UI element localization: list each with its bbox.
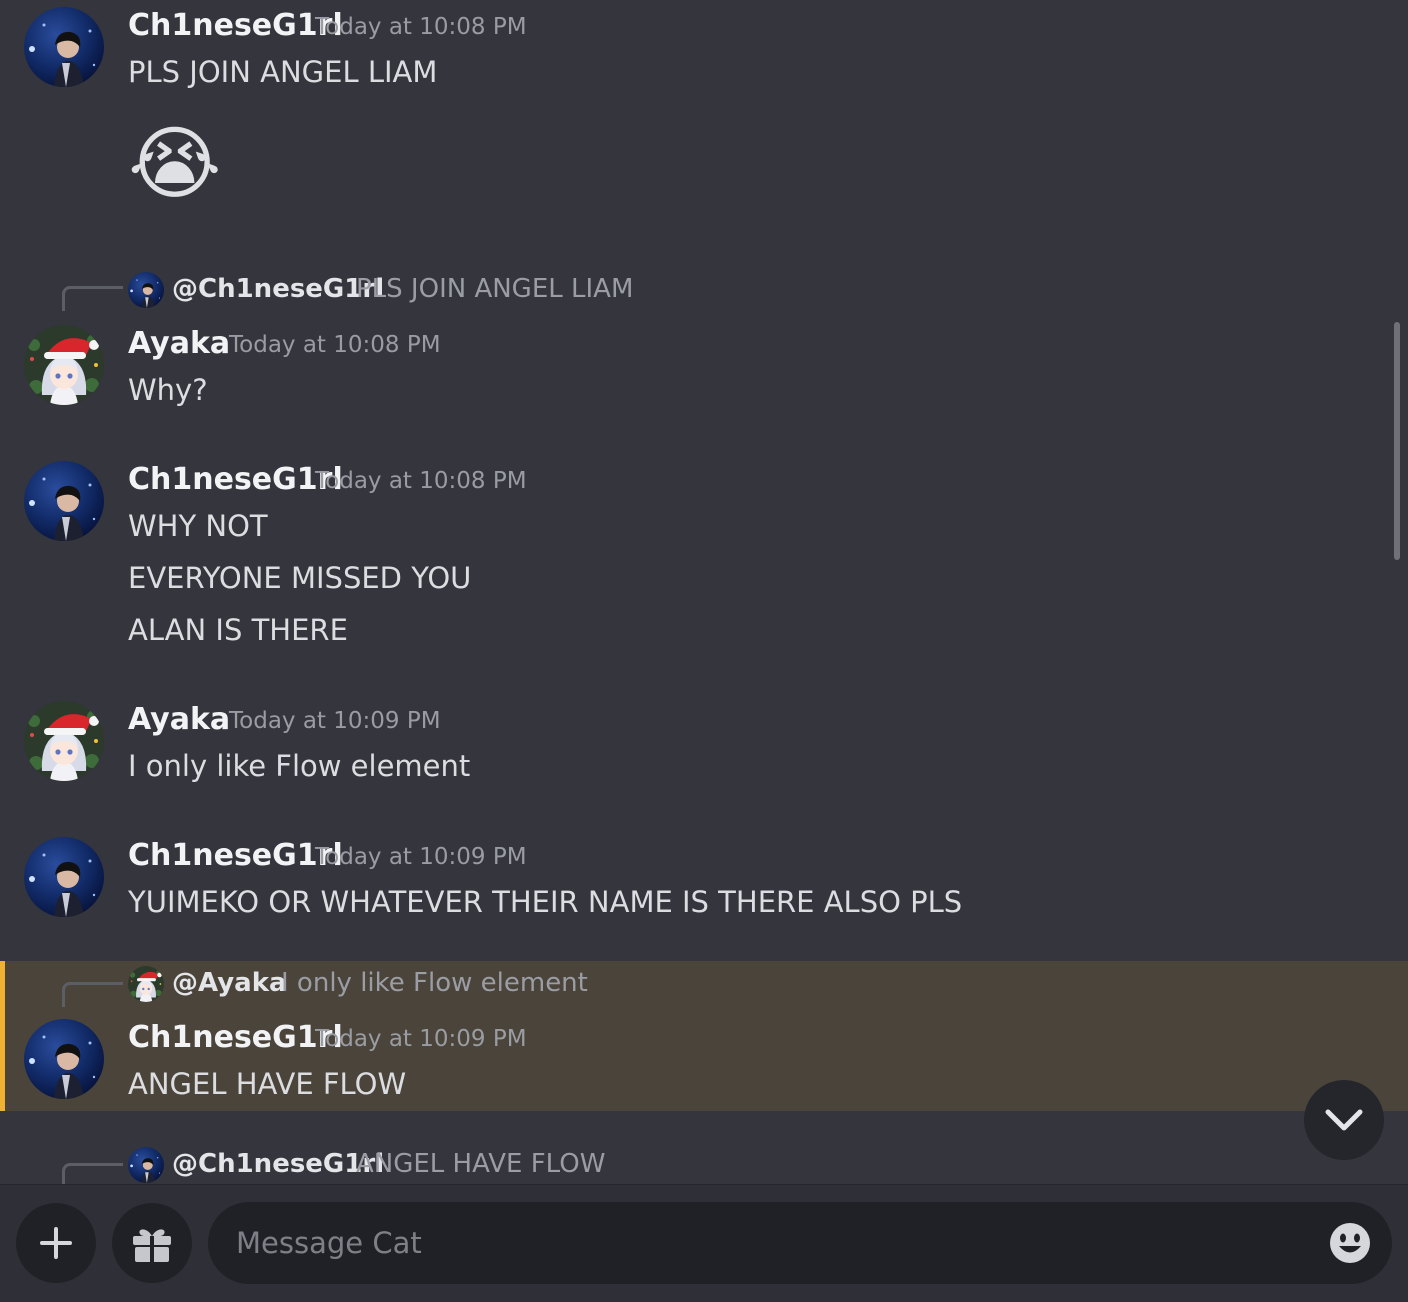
add-attachment-button[interactable] <box>16 1203 96 1283</box>
message-text: PLS JOIN ANGEL LIAM <box>128 55 438 89</box>
loudly-crying-emoji: 😭 <box>128 117 222 210</box>
message-text: ALAN IS THERE <box>128 613 348 647</box>
author-avatar[interactable] <box>24 325 104 405</box>
message-timestamp: Today at 10:09 PM <box>315 1026 527 1052</box>
message-text: I only like Flow element <box>128 749 471 783</box>
reply-spine <box>62 982 123 1007</box>
author-name[interactable]: Ch1neseG1rl <box>128 462 343 497</box>
reply-preview-text[interactable]: ANGEL HAVE FLOW <box>356 1149 605 1179</box>
message-timestamp: Today at 10:08 PM <box>315 14 527 40</box>
message-text: EVERYONE MISSED YOU <box>128 561 472 595</box>
author-name[interactable]: Ch1neseG1rl <box>128 838 343 873</box>
chevron-down-icon <box>1325 1109 1363 1131</box>
message-text: WHY NOT <box>128 509 268 543</box>
reply-mention[interactable]: @Ch1neseG1rl <box>172 274 384 304</box>
mention-bar <box>0 961 5 1111</box>
reply-author-avatar <box>128 1147 164 1183</box>
reply-preview-text[interactable]: I only like Flow element <box>281 968 588 998</box>
reply-preview-text[interactable]: PLS JOIN ANGEL LIAM <box>356 274 633 304</box>
author-avatar[interactable] <box>24 701 104 781</box>
message-timestamp: Today at 10:09 PM <box>315 844 527 870</box>
author-avatar[interactable] <box>24 7 104 87</box>
message-timestamp: Today at 10:08 PM <box>315 468 527 494</box>
reply-mention[interactable]: @Ayaka <box>172 968 287 998</box>
chat-scrollbar[interactable] <box>1394 322 1400 560</box>
smiley-icon <box>1330 1223 1370 1263</box>
message-timestamp: Today at 10:08 PM <box>229 332 441 358</box>
gift-icon <box>133 1229 171 1262</box>
author-name[interactable]: Ayaka <box>128 702 230 737</box>
author-avatar[interactable] <box>24 837 104 917</box>
message-input-placeholder[interactable]: Message Cat <box>236 1226 422 1260</box>
message-timestamp: Today at 10:09 PM <box>229 708 441 734</box>
message-text: YUIMEKO OR WHATEVER THEIR NAME IS THERE … <box>128 885 963 919</box>
emoji-picker-button[interactable] <box>1328 1221 1372 1265</box>
message-text: ANGEL HAVE FLOW <box>128 1067 407 1101</box>
plus-icon <box>40 1227 72 1259</box>
jump-to-present-button[interactable] <box>1304 1080 1384 1160</box>
reply-author-avatar <box>128 272 164 308</box>
reply-mention[interactable]: @Ch1neseG1rl <box>172 1149 384 1179</box>
author-avatar[interactable] <box>24 1019 104 1099</box>
gift-button[interactable] <box>112 1203 192 1283</box>
author-name[interactable]: Ch1neseG1rl <box>128 8 343 43</box>
author-name[interactable]: Ch1neseG1rl <box>128 1020 343 1055</box>
author-avatar[interactable] <box>24 461 104 541</box>
reply-spine <box>62 286 123 311</box>
author-name[interactable]: Ayaka <box>128 326 230 361</box>
message-text: Why? <box>128 373 208 407</box>
reply-author-avatar <box>128 966 164 1002</box>
